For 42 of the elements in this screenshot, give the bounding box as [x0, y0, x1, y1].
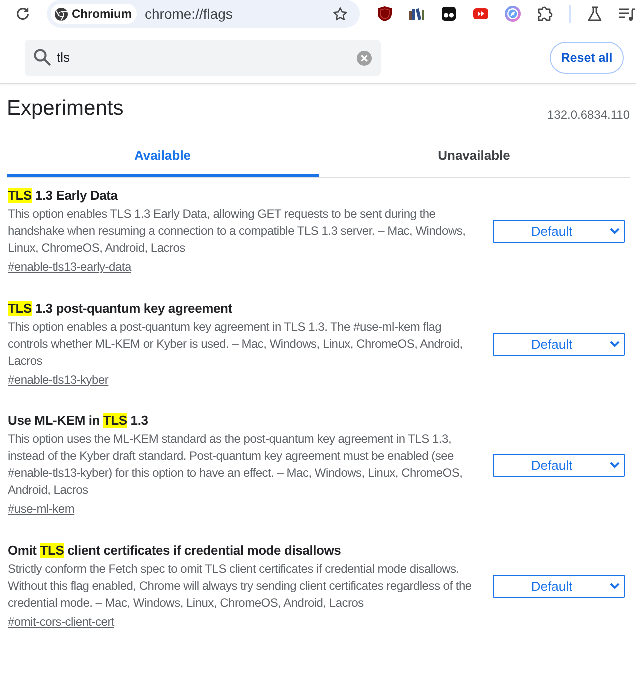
puzzle-icon[interactable]: [537, 6, 553, 22]
flag-title: TLS 1.3 post-quantum key agreement: [8, 300, 232, 318]
flag-description: This option enables a post-quantum key agreement in TLS 1.3. The #use-ml-kem flag controls whether ML-KEM or Kyber is used. – Mac, Windows, Linux, ChromeOS, Android, Lacros: [8, 318, 464, 370]
flag-description: Strictly conform the Fetch spec to omit TLS client certificates if credential mode disallows. Without this flag enabled, Chrome will always try sending client certificates regardless of the credential mode. – Mac, Windows, Linux, ChromeOS, Android, Lacros: [8, 560, 473, 612]
reload-icon[interactable]: [15, 6, 31, 22]
glasses-icon[interactable]: [441, 6, 457, 22]
compass-icon[interactable]: [505, 6, 521, 22]
chevron-down-icon: [610, 340, 620, 348]
flag-title: Use ML-KEM in TLS 1.3: [8, 412, 148, 430]
chevron-down-icon: [610, 462, 620, 468]
star-icon[interactable]: [333, 6, 348, 22]
address-bar[interactable]: Chromium chrome://flags: [47, 0, 360, 28]
chevron-down-icon: [610, 582, 620, 590]
dropdown[interactable]: Default: [493, 332, 625, 356]
flag-link[interactable]: #omit-cors-client-cert: [8, 612, 115, 632]
url-text: chrome://flags: [145, 6, 234, 22]
reset-all-button[interactable]: Reset all: [550, 42, 624, 74]
flag-link[interactable]: #enable-tls13-early-data: [8, 257, 132, 277]
flask-icon[interactable]: [587, 6, 603, 22]
flag-title: Omit TLS client certificates if credential mode disallows: [8, 542, 342, 560]
dropdown[interactable]: Default: [493, 220, 625, 243]
flag-description: This option uses the ML-KEM standard as the post-quantum key agreement in TLS 1.3, instead of the Kyber draft standard. Post-quantum key agreement must be enabled (see #enable-tls13-kyber) for this option to have an effect. – Mac, Windows, Linux, ChromeOS, Android, Lacros: [8, 431, 464, 499]
circle-logo-icon: [55, 8, 68, 20]
site-chip[interactable]: Chromium: [51, 4, 137, 24]
flag-title: TLS 1.3 Early Data: [8, 187, 118, 205]
version-text: 132.0.6834.110: [547, 108, 630, 122]
shield-icon[interactable]: [377, 6, 393, 22]
fast-forward-icon[interactable]: [473, 6, 489, 22]
chevron-down-icon: [610, 228, 620, 235]
page-title: Experiments: [7, 96, 124, 122]
books-icon[interactable]: [409, 6, 425, 22]
search-icon: [34, 48, 51, 66]
clear-icon[interactable]: [357, 50, 372, 66]
flag-description: This option enables TLS 1.3 Early Data, allowing GET requests to be sent during the handshake when resuming a connection to a compatible TLS 1.3 server. – Mac, Windows, Linux, ChromeOS, Android, Lacros: [8, 206, 467, 257]
search-field[interactable]: tls: [25, 40, 381, 76]
tab[interactable]: Available: [7, 136, 318, 177]
playlist-icon[interactable]: [619, 6, 635, 22]
flag-link[interactable]: #use-ml-kem: [8, 499, 75, 519]
dropdown[interactable]: Default: [493, 454, 625, 476]
flag-link[interactable]: #enable-tls13-kyber: [8, 370, 109, 390]
dropdown[interactable]: Default: [493, 574, 625, 598]
tab[interactable]: Unavailable: [318, 136, 630, 177]
